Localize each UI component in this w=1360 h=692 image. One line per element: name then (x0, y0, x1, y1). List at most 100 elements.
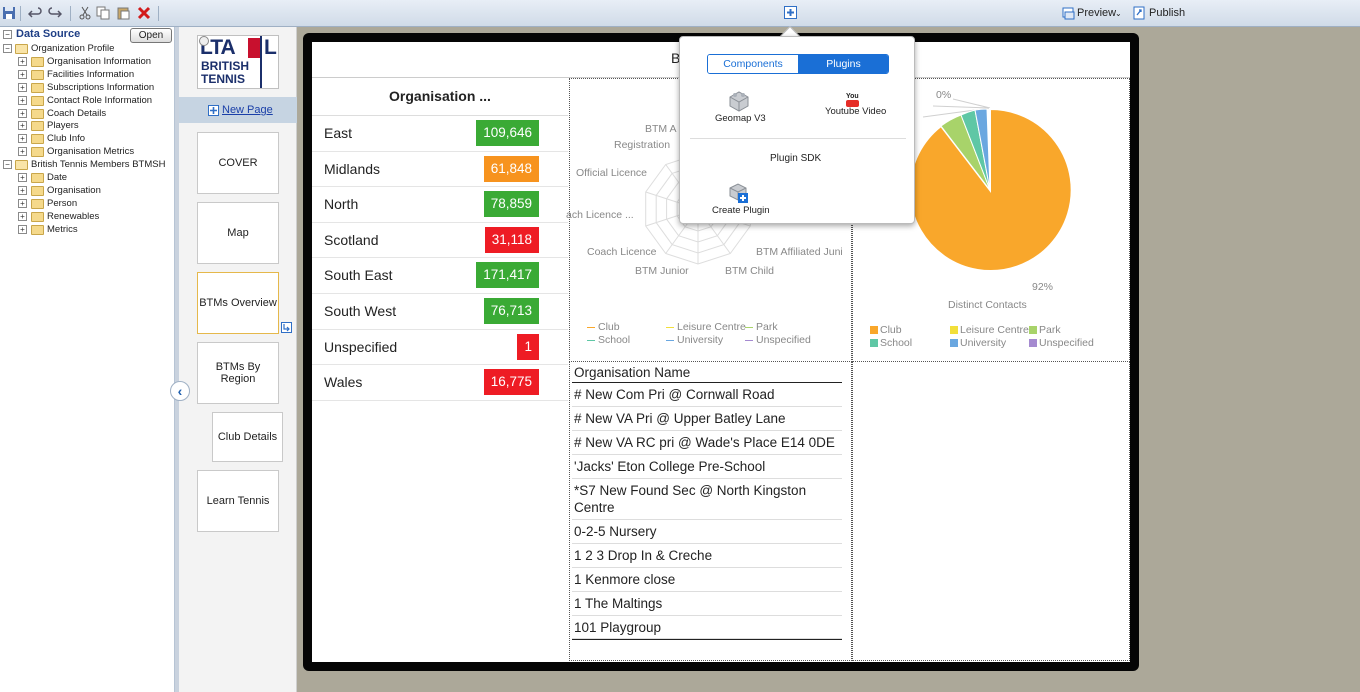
table-row[interactable]: # New Com Pri @ Cornwall Road (572, 383, 842, 407)
publish-button[interactable]: Publish (1149, 7, 1185, 19)
publish-icon[interactable] (1133, 6, 1147, 20)
tree-node[interactable]: + Renewables (0, 210, 175, 223)
radar-axis-label: Registration (614, 139, 671, 151)
legend-label: Club (880, 324, 902, 336)
delete-icon[interactable] (137, 6, 151, 20)
tree-node[interactable]: + Date (0, 171, 175, 184)
tree-node[interactable]: + Organisation Information (0, 55, 175, 68)
expand-icon[interactable]: + (18, 134, 27, 144)
table-row[interactable]: *S7 New Found Sec @ North Kingston Centr… (572, 479, 842, 520)
folder-icon (31, 198, 44, 209)
collapse-icon[interactable]: − (3, 44, 12, 53)
page-thumb-btms-overview[interactable]: BTMs Overview (197, 272, 279, 334)
create-plugin-icon[interactable] (727, 181, 751, 205)
expand-icon[interactable]: + (18, 56, 27, 66)
page-thumb-map[interactable]: Map (197, 202, 279, 264)
plugin-geomap-label[interactable]: Geomap V3 (715, 113, 766, 124)
table-row[interactable]: Wales 16,775 (312, 365, 568, 401)
geomap-plugin-icon[interactable] (727, 89, 751, 113)
collapse-panel-button[interactable]: ‹ (170, 381, 190, 401)
table-row[interactable]: Midlands 61,848 (312, 152, 568, 188)
add-page-icon[interactable] (208, 105, 219, 116)
table-row[interactable]: Scotland 31,118 (312, 223, 568, 259)
tab-components[interactable]: Components (708, 55, 798, 73)
expand-icon[interactable]: + (18, 211, 27, 221)
expand-icon[interactable]: + (18, 95, 27, 105)
folder-icon (31, 82, 44, 93)
tree-node[interactable]: − Organization Profile (0, 42, 175, 55)
expand-icon[interactable]: + (18, 173, 27, 182)
expand-icon[interactable]: + (18, 224, 27, 234)
undo-icon[interactable] (27, 6, 42, 20)
tree-node[interactable]: − British Tennis Members BTMSH (0, 158, 175, 171)
tree-node[interactable]: + Facilities Information (0, 68, 175, 81)
create-plugin-label[interactable]: Create Plugin (712, 205, 770, 216)
youtube-plugin-icon[interactable]: You (846, 93, 860, 107)
table-row[interactable]: 0-2-5 Nursery (572, 520, 842, 544)
table-row[interactable]: 1 2 3 Drop In & Creche (572, 544, 842, 568)
open-button[interactable]: Open (130, 28, 172, 43)
region-name: Midlands (324, 160, 381, 177)
tab-plugins[interactable]: Plugins (798, 55, 888, 73)
table-row[interactable]: South West 76,713 (312, 294, 568, 330)
logo-line2: TENNIS (201, 72, 246, 86)
chevron-down-icon[interactable]: ⌄ (1115, 9, 1122, 18)
tree-node[interactable]: + Contact Role Information (0, 94, 175, 107)
table-row[interactable]: Unspecified 1 (312, 330, 568, 366)
plugin-youtube-label[interactable]: Youtube Video (825, 106, 886, 117)
paste-icon[interactable] (116, 6, 130, 20)
expand-icon[interactable]: + (18, 185, 27, 195)
collapse-icon[interactable]: − (3, 30, 12, 39)
page-thumb-cover[interactable]: COVER (197, 132, 279, 194)
logo-line1: BRITISH (201, 59, 249, 73)
expand-icon[interactable]: + (18, 108, 27, 118)
table-row[interactable]: East 109,646 (312, 116, 568, 152)
table-row[interactable]: 101 Playgroup (572, 616, 842, 639)
tree-node[interactable]: + Club Info (0, 132, 175, 145)
table-row[interactable]: 'Jacks' Eton College Pre-School (572, 455, 842, 479)
legend-swatch (950, 339, 958, 347)
region-name: Wales (324, 374, 363, 391)
gear-icon[interactable] (199, 36, 209, 46)
table-row[interactable]: 1 The Maltings (572, 592, 842, 616)
tree-node[interactable]: + Person (0, 197, 175, 210)
copy-icon[interactable] (96, 6, 110, 20)
page-thumb-btms-by-region[interactable]: BTMs By Region (197, 342, 279, 404)
table-row[interactable]: # New VA Pri @ Upper Batley Lane (572, 407, 842, 431)
table-row[interactable]: North 78,859 (312, 187, 568, 223)
expand-icon[interactable]: + (18, 69, 27, 79)
page-thumb-learn-tennis[interactable]: Learn Tennis (197, 470, 279, 532)
preview-button[interactable]: Preview (1077, 7, 1116, 19)
save-icon[interactable] (2, 6, 16, 20)
redo-icon[interactable] (48, 6, 63, 20)
subpage-icon[interactable] (281, 322, 292, 333)
table-row[interactable]: 1 Kenmore close (572, 568, 842, 592)
new-page-link[interactable]: New Page (222, 104, 273, 116)
radar-axis-label: ach Licence ... (566, 209, 634, 221)
table-row[interactable]: # New VA RC pri @ Wade's Place E14 0DE (572, 431, 842, 455)
pie-slice-club[interactable] (908, 107, 1073, 272)
table-row[interactable]: South East 171,417 (312, 258, 568, 294)
org-name: # New Com Pri @ Cornwall Road (574, 387, 775, 402)
tree-node-label: Date (47, 172, 68, 183)
tree-node[interactable]: + Organisation (0, 184, 175, 197)
expand-icon[interactable]: + (18, 147, 27, 157)
add-plugin-icon[interactable] (784, 6, 798, 20)
expand-icon[interactable]: + (18, 82, 27, 92)
tree-node[interactable]: + Metrics (0, 223, 175, 236)
tree-node-label: Facilities Information (47, 68, 135, 80)
tree-node[interactable]: + Organisation Metrics (0, 145, 175, 158)
region-name: North (324, 196, 359, 213)
page-thumb-club-details[interactable]: Club Details (212, 412, 283, 462)
tree-node[interactable]: + Subscriptions Information (0, 81, 175, 94)
empty-panel[interactable] (852, 361, 1130, 661)
preview-icon[interactable] (1062, 6, 1076, 20)
expand-icon[interactable]: + (18, 121, 27, 131)
tree-node[interactable]: + Players (0, 119, 175, 132)
cut-icon[interactable] (78, 6, 92, 20)
region-value-badge: 78,859 (483, 191, 539, 218)
tree-node[interactable]: + Coach Details (0, 107, 175, 120)
expand-icon[interactable]: + (18, 198, 27, 208)
collapse-icon[interactable]: − (3, 160, 12, 170)
legend-label: Park (756, 321, 778, 333)
